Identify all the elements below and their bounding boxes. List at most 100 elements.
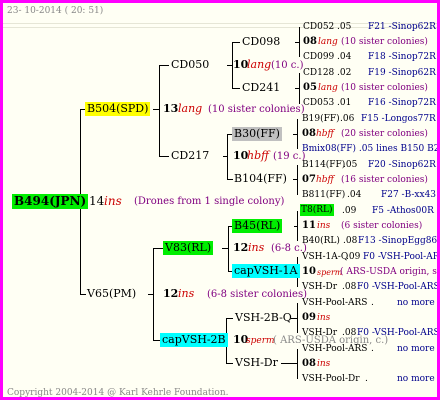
gen3-queen-id[interactable]: VSH-Dr [233, 356, 280, 370]
gen4-queen-id[interactable]: B19(FF) [302, 113, 340, 125]
sire-queen-id[interactable]: B504(SPD) [85, 102, 151, 116]
gen2-tag: lang [247, 58, 272, 71]
gen4-ref: no more [397, 344, 435, 354]
gen4-ref: no more [397, 298, 435, 308]
gen2-queen-id[interactable]: CD050 [169, 58, 211, 72]
gen4-queen-id[interactable]: CD052 [303, 21, 334, 33]
gen4-year: .04 [337, 52, 352, 62]
gen4-queen-id[interactable]: VSH-Pool-ARS [302, 297, 367, 309]
sire-year: 13 [163, 102, 179, 115]
gen4-ref: F20 -Sinop62R [368, 160, 436, 170]
gen4-note: (16 sister colonies) [341, 175, 428, 185]
gen4-year: .05 [343, 160, 358, 170]
gen4-year: .01 [337, 98, 352, 108]
gen4-queen-id[interactable]: VSH-Pool-ARS [302, 343, 367, 355]
gen4-queen-id[interactable]: CD128 [303, 67, 334, 79]
gen2-tag: ins [248, 241, 265, 254]
gen4-queen-id[interactable]: T8(RL) [300, 204, 334, 216]
gen4-queen-id[interactable]: CD053 [303, 97, 334, 109]
gen4-ref: F18 -Sinop72R [368, 52, 436, 62]
gen4-year: 08 [303, 36, 317, 47]
copyright-footer: Copyright 2004-2014 @ Karl Kehrle Founda… [7, 388, 229, 398]
gen4-year: .08 [342, 328, 357, 338]
gen2-tag: hbff [247, 149, 269, 162]
gen3-queen-id[interactable]: B45(RL) [232, 219, 283, 233]
gen4-year: .04 [347, 190, 362, 200]
gen4-queen-id[interactable]: VSH-Dr [302, 281, 337, 293]
gen4-year: 05 [303, 82, 317, 93]
gen4-queen-id[interactable]: VSH-1A-Q [302, 251, 348, 263]
gen4-ref: F19 -Sinop62R [368, 68, 436, 78]
gen4-year: .09 [346, 252, 361, 262]
gen3-queen-id[interactable]: VSH-2B-Q [233, 311, 294, 325]
report-date: 23- 10-2014 ( 20: 51) [7, 6, 104, 16]
gen4-year: . [365, 374, 368, 384]
gen4-queen-id[interactable]: CD099 [303, 51, 334, 63]
gen3-queen-id[interactable]: CD098 [240, 35, 282, 49]
gen4-year: .08 [343, 236, 358, 246]
gen4-queen-id[interactable]: B811(FF) [302, 189, 345, 201]
gen4-ref: F5 -Athos00R [372, 206, 434, 216]
dam-tag: ins [178, 287, 195, 300]
gen4-note: ( ARS-USDA origin, siste [340, 267, 440, 277]
gen4-year: 09 [302, 312, 316, 323]
gen4-year: .02 [337, 68, 352, 78]
gen3-queen-id[interactable]: B104(FF) [232, 172, 289, 186]
gen4-ref: F0 -VSH-Pool-ARS [363, 252, 440, 262]
gen4-ref: F16 -Sinop72R [368, 98, 436, 108]
dam-queen-id[interactable]: V65(PM) [85, 287, 138, 301]
gen4-year: .05 [337, 22, 352, 32]
gen4-year: . [371, 298, 374, 308]
gen4-year: 07 [302, 174, 316, 185]
root-year: 14 [89, 194, 105, 208]
gen4-queen-id[interactable]: B114(FF) [302, 159, 345, 171]
dam-year: 12 [163, 287, 179, 300]
gen2-queen-id[interactable]: capVSH-2B [160, 333, 228, 347]
sire-note: (10 sister colonies) [208, 104, 305, 115]
gen4-ref: F0 -VSH-Pool-ARS [357, 328, 440, 338]
sire-tag: lang [178, 102, 203, 115]
gen4-year: 08 [302, 128, 316, 139]
gen4-year: 11 [302, 220, 316, 231]
gen4-year: .08 [342, 282, 357, 292]
pedigree-chart: 23- 10-2014 ( 20: 51) Copyright 2004-201… [0, 0, 440, 400]
dam-note: (6-8 sister colonies) [207, 289, 307, 300]
gen4-ref: no more [397, 374, 435, 384]
gen4-note: (10 sister colonies) [341, 37, 428, 47]
gen2-note: (19 c.) [273, 151, 306, 162]
gen4-ref: F13 -SinopEgg86R [358, 236, 440, 246]
gen4-tag: ins [317, 221, 331, 231]
gen3-queen-id[interactable]: capVSH-1A [232, 264, 300, 278]
gen4-ref: Bmix08(FF) .05 lines B150 B202 [302, 144, 440, 154]
gen4-ref: F21 -Sinop62R [368, 22, 436, 32]
gen4-tag: hbff [316, 175, 334, 185]
gen4-year: .06 [340, 114, 355, 124]
gen4-queen-id[interactable]: VSH-Pool-Dr [302, 373, 360, 385]
gen3-queen-id[interactable]: B30(FF) [232, 127, 282, 141]
gen4-ref: F0 -VSH-Pool-ARS [357, 282, 440, 292]
gen4-note: (6 sister colonies) [341, 221, 423, 231]
gen4-tag: ins [317, 313, 331, 323]
gen4-tag: ins [317, 359, 331, 369]
gen4-tag: hbff [316, 129, 334, 139]
gen2-tag: sperm [246, 336, 275, 346]
gen3-queen-id[interactable]: CD241 [240, 81, 282, 95]
gen2-year: 12 [233, 241, 249, 254]
root-tag: ins [104, 194, 122, 208]
gen2-queen-id[interactable]: V83(RL) [163, 241, 214, 255]
gen4-note: (20 sister colonies) [341, 129, 428, 139]
gen4-tag: lang [318, 83, 338, 93]
root-queen-id[interactable]: B494(JPN) [12, 194, 89, 209]
gen4-queen-id[interactable]: VSH-Dr [302, 327, 337, 339]
gen2-note: (10 c.) [271, 60, 304, 71]
gen4-year: .09 [342, 206, 357, 216]
gen4-year: . [371, 344, 374, 354]
gen4-ref: F15 -Longos77R [361, 114, 436, 124]
gen4-queen-id[interactable]: B40(RL) [302, 235, 340, 247]
gen4-ref: F27 -B-xx43 [381, 190, 437, 200]
gen4-tag: sperm [317, 268, 343, 277]
gen2-queen-id[interactable]: CD217 [169, 149, 211, 163]
root-note: (Drones from 1 single colony) [134, 196, 285, 207]
gen4-year: 10 [302, 266, 316, 277]
gen4-note: (10 sister colonies) [341, 83, 428, 93]
